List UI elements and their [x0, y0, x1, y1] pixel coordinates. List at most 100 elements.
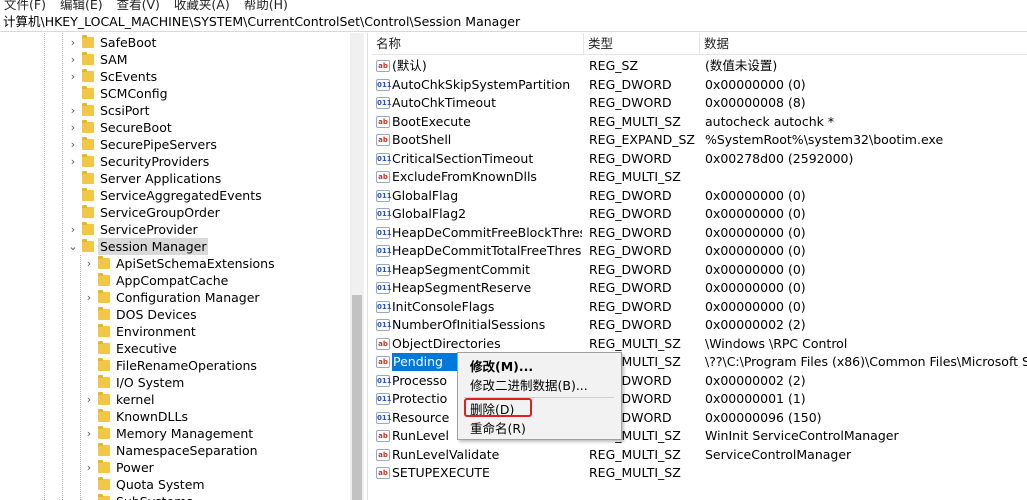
tree-item[interactable]: I/O System [0, 374, 350, 391]
tree-item[interactable]: › Configuration Manager [0, 289, 350, 306]
tree-item[interactable]: › SecurityProviders [0, 153, 350, 170]
value-row[interactable]: 011 GlobalFlag REG_DWORD 0x00000000 (0) [372, 187, 1027, 205]
value-type: REG_MULTI_SZ [589, 335, 681, 351]
value-row[interactable]: ab RunLevelValidate REG_MULTI_SZ ServiceCon… [372, 446, 1027, 464]
chevron-right-icon[interactable]: › [68, 102, 78, 119]
tree-item[interactable]: › ScEvents [0, 68, 350, 85]
value-data: WinInit ServiceControlManager [705, 428, 899, 443]
tree-item[interactable]: › SafeBoot [0, 34, 350, 51]
value-row[interactable]: 011 InitConsoleFlags REG_DWORD 0x00000000 (… [372, 298, 1027, 316]
folder-icon [98, 324, 110, 337]
value-data: 0x00000000 (0) [705, 261, 806, 277]
chevron-right-icon[interactable]: › [68, 119, 78, 136]
menu-edit[interactable]: 编辑(E) [60, 0, 103, 12]
tree-item[interactable]: ServiceAggregatedEvents [0, 187, 350, 204]
value-data: 0x00000001 (1) [705, 391, 806, 406]
dword-value-icon: 011 [376, 208, 392, 220]
tree-item[interactable]: ⌄ Session Manager [0, 238, 350, 255]
value-name: ExcludeFromKnownDlls [392, 169, 537, 184]
tree-item[interactable]: › SAM [0, 51, 350, 68]
chevron-right-icon[interactable]: › [68, 153, 78, 170]
address-bar[interactable]: 计算机\HKEY_LOCAL_MACHINE\SYSTEM\CurrentCon… [0, 12, 1027, 32]
value-row[interactable]: 011 AutoChkSkipSystemPartition REG_DWORD 0x… [372, 76, 1027, 94]
tree-item-label: Quota System [116, 477, 205, 492]
chevron-right-icon[interactable]: › [84, 425, 94, 442]
value-row[interactable]: 011 HeapDeCommitTotalFreeThresh... REG_DWO… [372, 242, 1027, 260]
value-row[interactable]: 011 NumberOfInitialSessions REG_DWORD 0x000… [372, 316, 1027, 334]
value-row[interactable]: 011 HeapSegmentReserve REG_DWORD 0x00000000… [372, 279, 1027, 297]
tree-item[interactable]: › SecurePipeServers [0, 136, 350, 153]
tree-item[interactable]: NamespaceSeparation [0, 442, 350, 459]
tree-item[interactable]: › Power [0, 459, 350, 476]
value-row[interactable]: 011 HeapSegmentCommit REG_DWORD 0x00000000 … [372, 261, 1027, 279]
tree-item[interactable]: › ApiSetSchemaExtensions [0, 255, 350, 272]
tree-item-label: Power [116, 460, 154, 475]
tree-item[interactable]: › Memory Management [0, 425, 350, 442]
tree-item[interactable]: SCMConfig [0, 85, 350, 102]
dword-value-icon: 011 [376, 263, 392, 276]
value-name: RunLevelValidate [392, 446, 500, 462]
tree-item[interactable]: Environment [0, 323, 350, 340]
tree-item[interactable]: Executive [0, 340, 350, 357]
column-header-type[interactable]: 类型 [584, 33, 700, 55]
value-name: (默认) [392, 58, 427, 73]
menu-view[interactable]: 查看(V) [117, 0, 160, 12]
chevron-right-icon[interactable]: › [84, 255, 94, 272]
chevron-right-icon[interactable]: › [68, 34, 78, 51]
menu-file[interactable]: 文件(F) [4, 0, 46, 12]
value-data: \??\C:\Program Files (x86)\Common Files\… [705, 354, 1027, 369]
column-header-name[interactable]: 名称 [372, 33, 584, 55]
chevron-right-icon[interactable]: › [68, 221, 78, 238]
value-type: REG_DWORD [589, 298, 672, 314]
dword-value-icon: 011 [376, 152, 392, 165]
chevron-right-icon[interactable]: › [68, 51, 78, 68]
tree-item[interactable]: Quota System [0, 476, 350, 493]
chevron-right-icon[interactable]: › [68, 68, 78, 85]
chevron-right-icon[interactable]: › [68, 136, 78, 153]
chevron-right-icon[interactable]: › [84, 459, 94, 476]
context-menu-modify[interactable]: 修改(M)... [470, 358, 533, 376]
pane-splitter[interactable] [367, 33, 371, 500]
value-type: REG_DWORD [589, 187, 672, 203]
value-row[interactable]: ab ObjectDirectories REG_MULTI_SZ \Windows … [372, 335, 1027, 353]
value-row[interactable]: ab BootShell REG_EXPAND_SZ %SystemRoot%\sys… [372, 131, 1027, 149]
tree-item[interactable]: › ServiceProvider [0, 221, 350, 238]
folder-icon [82, 171, 94, 184]
value-row[interactable]: ab ExcludeFromKnownDlls REG_MULTI_SZ [372, 168, 1027, 186]
value-data: %SystemRoot%\system32\bootim.exe [705, 132, 944, 147]
tree-item[interactable]: Server Applications [0, 170, 350, 187]
dword-value-icon: 011 [376, 78, 392, 91]
tree-item[interactable]: › ScsiPort [0, 102, 350, 119]
context-menu-rename[interactable]: 重命名(R) [470, 420, 526, 438]
tree-item[interactable]: DOS Devices [0, 306, 350, 323]
value-row[interactable]: 011 AutoChkTimeout REG_DWORD 0x00000008 (8) [372, 94, 1027, 112]
value-type: REG_DWORD [589, 243, 672, 258]
value-row[interactable]: 011 HeapDeCommitFreeBlockThres... REG_DWOR… [372, 224, 1027, 242]
folder-icon [98, 443, 110, 456]
tree-item[interactable]: KnownDLLs [0, 408, 350, 425]
value-row[interactable]: ab BootExecute REG_MULTI_SZ autocheck autoc… [372, 113, 1027, 131]
folder-icon [98, 460, 110, 473]
tree-scrollbar-thumb[interactable] [352, 295, 362, 500]
value-data: 0x00000008 (8) [705, 95, 806, 110]
tree-item[interactable]: AppCompatCache [0, 272, 350, 289]
chevron-right-icon[interactable]: › [84, 289, 94, 306]
tree-item[interactable]: › kernel [0, 391, 350, 408]
chevron-right-icon[interactable]: › [84, 391, 94, 408]
column-header-data[interactable]: 数据 [700, 33, 1027, 55]
tree-item[interactable]: SubSystems [0, 493, 350, 500]
value-row[interactable]: 011 GlobalFlag2 REG_DWORD 0x00000000 (0) [372, 205, 1027, 223]
tree-scrollbar[interactable] [350, 33, 364, 500]
tree-item[interactable]: ServiceGroupOrder [0, 204, 350, 221]
chevron-down-icon[interactable]: ⌄ [68, 238, 78, 255]
context-menu-modify-binary[interactable]: 修改二进制数据(B)... [470, 377, 588, 395]
dword-value-icon: 011 [376, 319, 392, 331]
tree-item[interactable]: › SecureBoot [0, 119, 350, 136]
value-row[interactable]: ab SETUPEXECUTE REG_MULTI_SZ [372, 464, 1027, 482]
value-row[interactable]: ab (默认) REG_SZ (数值未设置) [372, 57, 1027, 75]
tree-item[interactable]: FileRenameOperations [0, 357, 350, 374]
value-type: REG_DWORD [589, 95, 672, 110]
menu-favorites[interactable]: 收藏夹(A) [174, 0, 230, 12]
menu-help[interactable]: 帮助(H) [244, 0, 288, 12]
value-row[interactable]: 011 CriticalSectionTimeout REG_DWORD 0x0027… [372, 150, 1027, 168]
